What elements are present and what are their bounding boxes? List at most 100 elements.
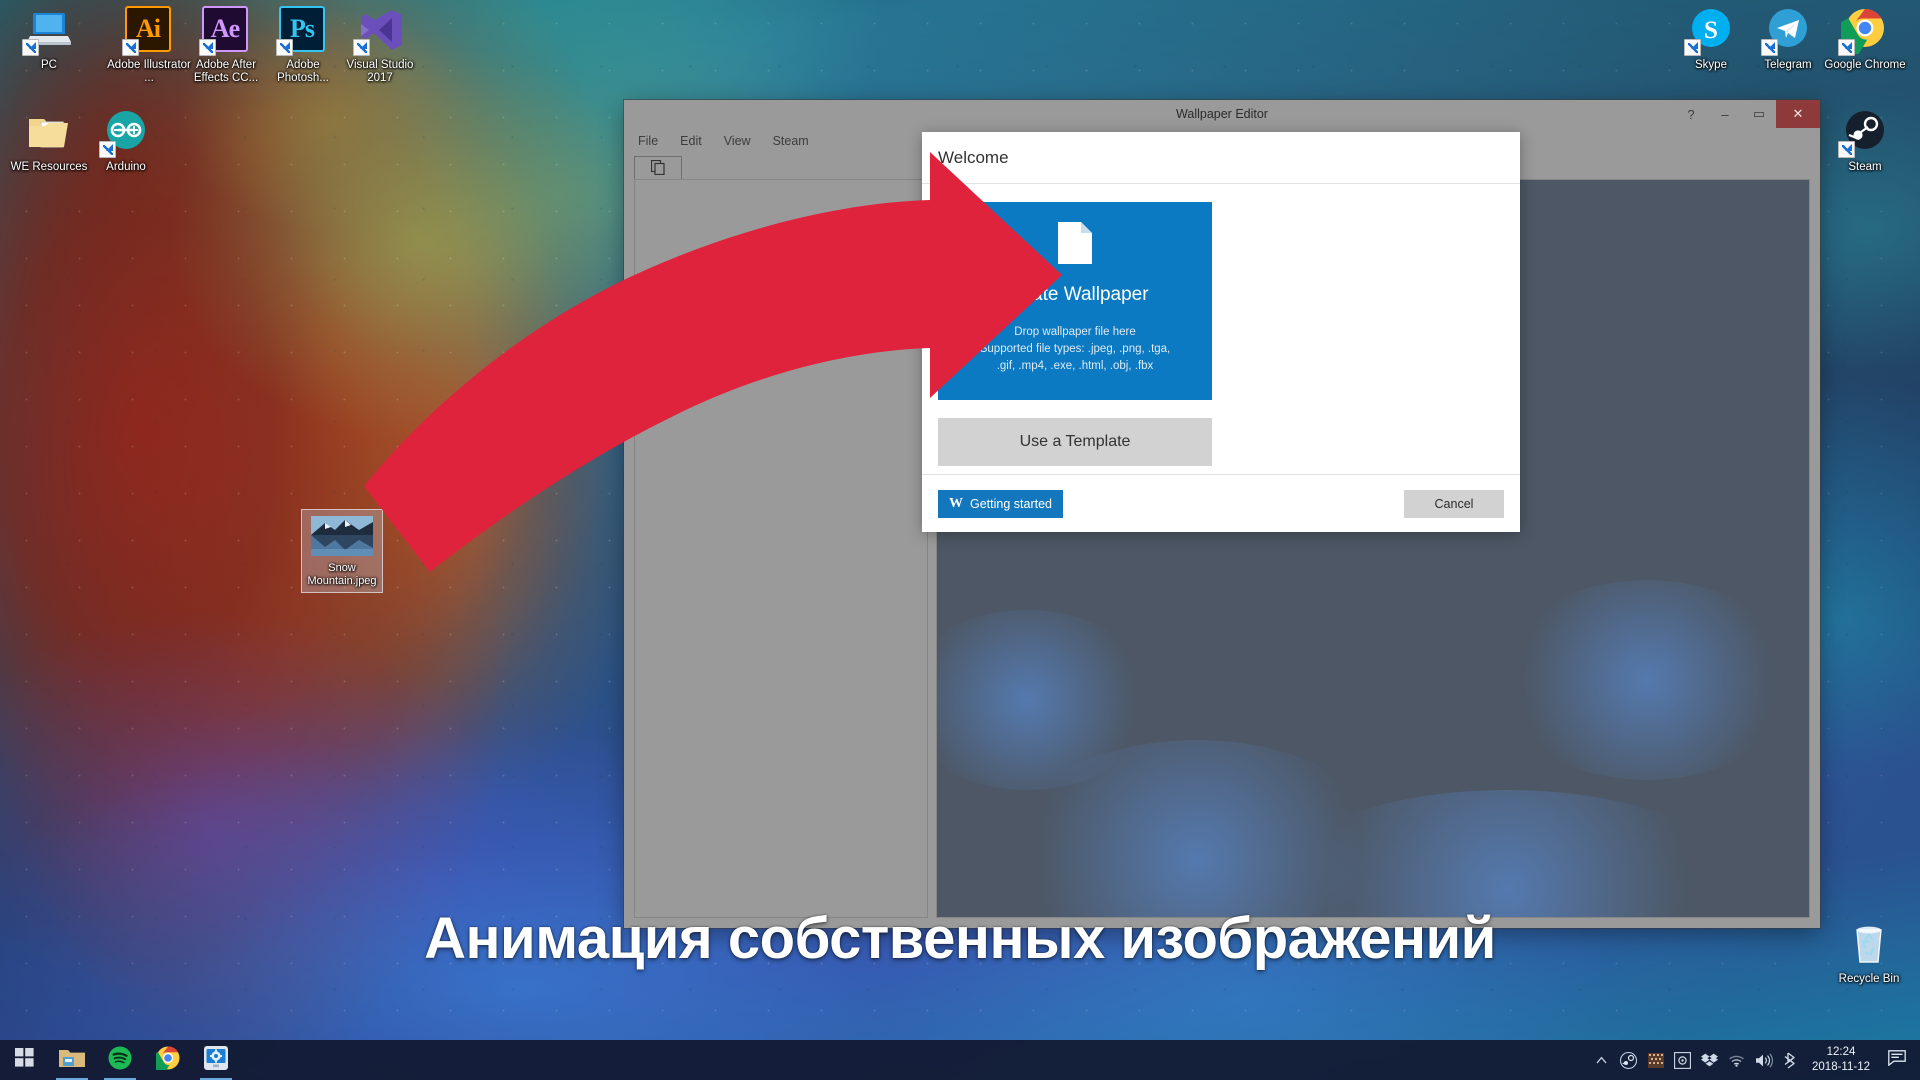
taskbar: 12:24 2018-11-12 [0,1040,1920,1080]
create-wallpaper-dropzone[interactable]: Create Wallpaper Drop wallpaper file her… [938,202,1212,401]
taskbar-apps [0,1040,240,1080]
taskbar-file-explorer[interactable] [48,1040,96,1080]
window-controls: ? – ▭ ✕ [1674,100,1820,128]
desktop-icon-adobe-photoshop[interactable]: Ps Adobe Photosh... [260,6,346,85]
desktop-icon-label: Adobe Illustrator ... [107,59,191,84]
pc-icon [22,6,73,56]
speech-bubble-icon [1888,1049,1906,1071]
windows-logo-icon [14,1048,34,1072]
desktop-icon-label: Telegram [1764,59,1812,71]
taskbar-spotify[interactable] [96,1040,144,1080]
desktop-icon-label: WE Resources [10,161,88,173]
shortcut-badge-icon [1684,39,1701,56]
desktop-icon-steam[interactable]: Steam [1822,108,1908,174]
desktop-icon-adobe-after-effects[interactable]: Ae Adobe After Effects CC... [183,6,269,85]
menu-item-steam[interactable]: Steam [773,134,809,148]
system-tray: 12:24 2018-11-12 [1588,1040,1920,1080]
chrome-icon [149,1046,180,1075]
desktop-icon-we-resources[interactable]: WE Resources [6,108,92,174]
desktop-icon-visual-studio[interactable]: Visual Studio 2017 [337,6,423,85]
window-titlebar[interactable]: Wallpaper Editor ? – ▭ ✕ [624,100,1820,128]
close-button[interactable]: ✕ [1776,100,1820,128]
desktop-icon-arduino[interactable]: Arduino [83,108,169,174]
left-tabstrip [634,154,928,180]
getting-started-label: Getting started [970,496,1052,511]
desktop-icon-adobe-illustrator[interactable]: Ai Adobe Illustrator ... [106,6,192,85]
steam-icon [1838,108,1889,158]
dialog-footer: W Getting started Cancel [922,474,1520,532]
cancel-button[interactable]: Cancel [1404,489,1504,518]
adobe-illustrator-icon: Ai [122,6,173,56]
minimize-button[interactable]: – [1708,100,1742,128]
adobe-photoshop-icon: Ps [276,6,327,56]
desktop-icon-label: Arduino [106,161,146,173]
adobe-after-effects-icon: Ae [199,6,250,56]
help-button[interactable]: ? [1674,100,1708,128]
nvidia-settings-tray-icon[interactable] [1669,1040,1696,1080]
wallpaper-engine-icon [204,1045,228,1075]
shortcut-badge-icon [276,39,293,56]
svg-text:S: S [1704,17,1718,44]
desktop-file-snow-mountain[interactable]: Snow Mountain.jpeg [301,509,383,593]
dropzone-line-3: .gif, .mp4, .exe, .html, .obj, .fbx [996,360,1154,373]
clock-time: 12:24 [1826,1046,1856,1058]
show-hidden-icons-button[interactable] [1588,1040,1615,1080]
bluetooth-icon[interactable] [1777,1040,1804,1080]
desktop-icon-pc[interactable]: PC [6,6,92,72]
shortcut-badge-icon [199,39,216,56]
dropbox-tray-icon[interactable] [1696,1040,1723,1080]
wallpaper-engine-logo-icon: W [949,495,963,511]
steam-tray-icon[interactable] [1615,1040,1642,1080]
welcome-dialog[interactable]: Welcome Create Wallpaper Drop wallpaper … [922,132,1520,532]
create-wallpaper-title: Create Wallpaper [1001,284,1149,306]
desktop-icon-label: Visual Studio 2017 [346,59,414,84]
desktop-icon-label: Adobe After Effects CC... [193,59,259,84]
getting-started-button[interactable]: W Getting started [938,489,1063,518]
maximize-button[interactable]: ▭ [1742,100,1776,128]
shortcut-badge-icon [353,39,370,56]
desktop-icon-label: PC [41,59,57,71]
start-button[interactable] [0,1040,48,1080]
taskbar-wallpaper-engine[interactable] [192,1040,240,1080]
wifi-icon[interactable] [1723,1040,1750,1080]
shortcut-badge-icon [22,39,39,56]
create-wallpaper-description: Drop wallpaper file here Supported file … [970,324,1181,375]
shortcut-badge-icon [1838,39,1855,56]
tab-assets[interactable] [634,156,682,180]
use-a-template-button[interactable]: Use a Template [938,418,1212,467]
desktop-icon-label: Adobe Photosh... [277,59,329,84]
shortcut-badge-icon [1838,141,1855,158]
dialog-content: Create Wallpaper Drop wallpaper file her… [922,184,1520,474]
dialog-title: Welcome [938,147,1009,167]
telegram-icon [1761,6,1812,56]
chrome-icon [1834,6,1889,57]
desktop-icon-label: Google Chrome [1824,59,1906,71]
volume-icon[interactable] [1750,1040,1777,1080]
desktop-icon-label: Recycle Bin [1838,973,1900,985]
desktop-icon-google-chrome[interactable]: Google Chrome [1822,6,1908,72]
spotify-icon [108,1046,132,1075]
window-title: Wallpaper Editor [1176,107,1268,121]
desktop-icon-skype[interactable]: S Skype [1668,6,1754,72]
dropzone-line-1: Drop wallpaper file here [1014,326,1136,339]
document-icon [1058,222,1092,265]
folder-icon [59,1047,85,1074]
left-pane [634,154,928,918]
arduino-icon [99,108,150,158]
taskbar-google-chrome[interactable] [144,1040,192,1080]
action-center-button[interactable] [1882,1040,1912,1080]
assets-panel[interactable] [634,179,928,918]
preview-glow [1497,580,1797,780]
menu-item-edit[interactable]: Edit [680,134,702,148]
taskbar-clock[interactable]: 12:24 2018-11-12 [1804,1045,1882,1075]
menu-item-file[interactable]: File [638,134,658,148]
copy-icon [650,159,665,178]
folder-icon [25,108,73,156]
desktop-icon-label: Steam [1848,161,1882,173]
wallpaper-engine-tray-icon[interactable] [1642,1040,1669,1080]
video-caption: Анимация собственных изображений [424,906,1496,971]
desktop-icon-telegram[interactable]: Telegram [1745,6,1831,72]
desktop-file-label: Snow Mountain.jpeg [307,562,377,587]
desktop-icon-label: Skype [1695,59,1727,71]
menu-item-view[interactable]: View [724,134,751,148]
